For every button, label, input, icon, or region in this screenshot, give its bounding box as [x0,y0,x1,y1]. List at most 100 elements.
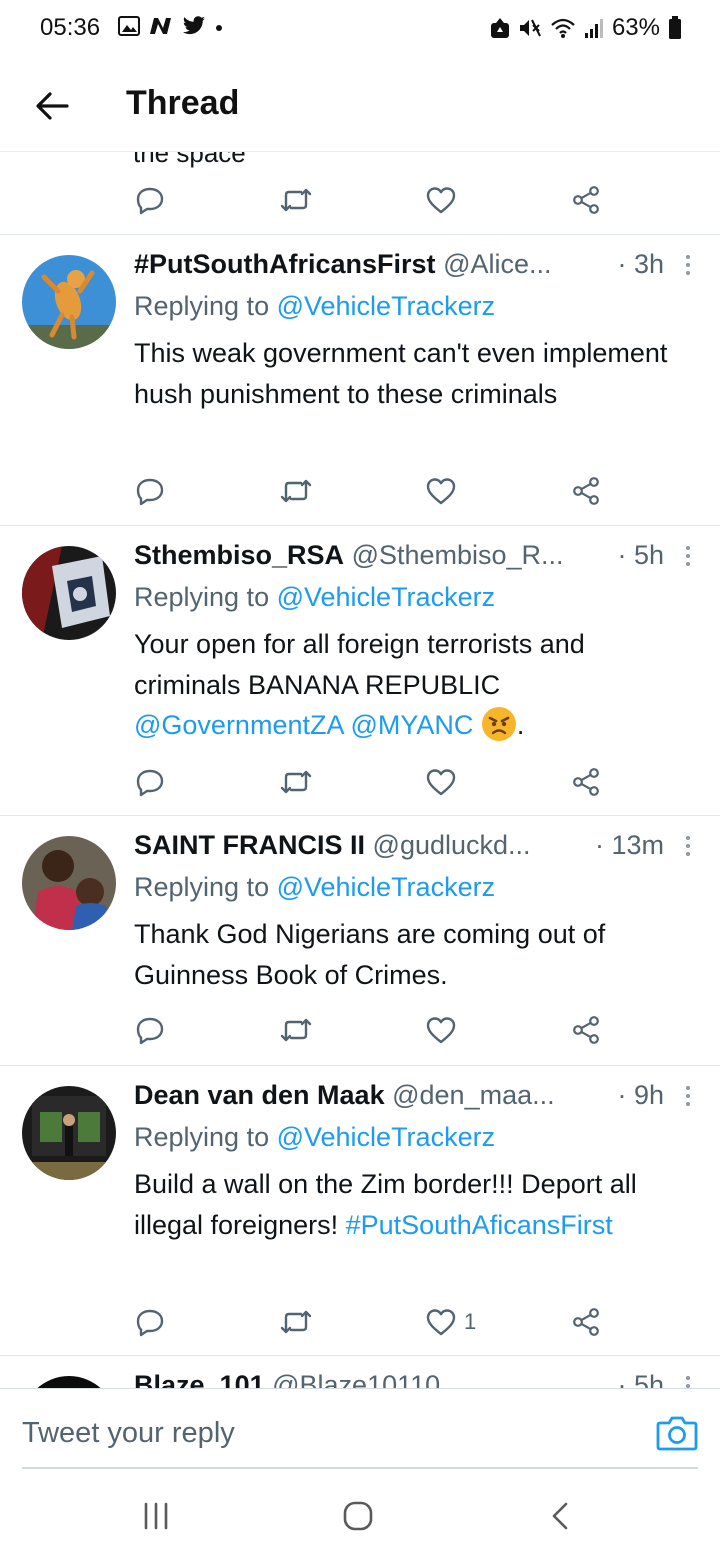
reply-button[interactable] [135,766,175,798]
more-options-icon[interactable] [682,253,694,281]
replying-prefix: Replying to [134,872,277,902]
tweet-header: SAINT FRANCIS II @gudluckd... · 13m [134,830,694,866]
handle[interactable]: @Alice... [443,249,551,279]
replying-mention[interactable]: @VehicleTrackerz [277,872,495,902]
more-options-icon[interactable] [682,544,694,572]
share-icon [573,1016,599,1044]
tweet-actions [0,467,720,515]
share-icon [573,477,599,505]
timestamp: · 13m [594,830,664,860]
tweet-mentions[interactable]: @GovernmentZA @MYANC [134,710,473,740]
tweet[interactable]: #PutSouthAfricansFirst @Alice... · 3h Re… [0,235,720,525]
signal-icon [584,19,603,38]
share-icon [573,768,599,796]
like-button[interactable] [426,1014,466,1046]
replying-mention[interactable]: @VehicleTrackerz [277,1122,495,1152]
like-button[interactable] [426,475,466,507]
display-name[interactable]: #PutSouthAfricansFirst [134,249,436,279]
battery-percent: 63% [611,14,660,41]
retweet-icon [280,188,312,212]
tweet-text: Your open for all foreign terrorists and… [134,624,690,746]
retweet-button[interactable] [279,766,319,798]
status-left-icons [118,16,224,36]
display-name[interactable]: Sthembiso_RSA [134,540,344,570]
tweet-text-end: . [516,710,525,740]
display-name[interactable]: SAINT FRANCIS II [134,830,365,860]
avatar[interactable] [22,836,116,930]
retweet-button[interactable] [279,184,319,216]
display-name[interactable]: Dean van den Maak [134,1080,385,1110]
system-nav-bar [0,1470,720,1560]
tweet[interactable]: Dean van den Maak @den_maa... · 9h Reply… [0,1066,720,1356]
like-button[interactable] [426,184,466,216]
back-button[interactable] [28,82,76,130]
tweet-header: Dean van den Maak @den_maa... · 9h [134,1080,694,1116]
timestamp: · 3h [617,249,664,279]
share-button[interactable] [572,1306,612,1338]
tweet[interactable]: Sthembiso_RSA @Sthembiso_R... · 5h Reply… [0,526,720,816]
like-button[interactable]: 1 [426,1306,496,1338]
n-icon [150,18,171,34]
replying-to: Replying to @VehicleTrackerz [134,291,495,322]
handle[interactable]: @Sthembiso_R... [352,540,564,570]
tweet-actions: 1 [0,1298,720,1346]
tweet[interactable]: SAINT FRANCIS II @gudluckd... · 13m Repl… [0,816,720,1066]
back-nav-button[interactable] [548,1500,572,1532]
share-button[interactable] [572,184,612,216]
dot-icon [216,25,222,31]
retweet-icon [280,770,312,794]
arrow-left-icon [36,92,69,120]
thread-header: Thread [0,60,720,152]
retweet-button[interactable] [279,475,319,507]
tweet[interactable]: Blaze_101 @Blaze10110 · 5h [0,1356,720,1388]
more-options-icon[interactable] [682,1374,694,1388]
replying-mention[interactable]: @VehicleTrackerz [277,291,495,321]
avatar[interactable] [22,546,116,640]
like-count: 1 [464,1309,477,1334]
reply-button[interactable] [135,1306,175,1338]
thread-feed[interactable]: the space #PutSouthAfricansFirst @Alice.… [0,152,720,1388]
reply-icon [136,478,164,506]
retweet-button[interactable] [279,1306,319,1338]
reply-button[interactable] [135,184,175,216]
status-time: 05:36 [40,14,101,41]
retweet-icon [280,479,312,503]
reply-underline [22,1467,698,1469]
recent-apps-icon [144,1502,168,1530]
tweet-hashtag[interactable]: #PutSouthAficansFirst [346,1210,613,1240]
reply-icon [136,1309,164,1337]
reply-button[interactable] [135,1014,175,1046]
avatar[interactable] [22,255,116,349]
share-button[interactable] [572,475,612,507]
battery-icon [669,16,681,39]
tweet-actions [0,1006,720,1054]
handle[interactable]: @den_maa... [392,1080,555,1110]
tweet-text: Build a wall on the Zim border!!! Deport… [134,1164,690,1245]
avatar[interactable] [22,1376,116,1388]
reply-button[interactable] [135,475,175,507]
mute-icon [519,19,541,37]
like-button[interactable] [426,766,466,798]
handle[interactable]: @gudluckd... [373,830,531,860]
recent-apps-button[interactable] [140,1500,172,1532]
display-name[interactable]: Blaze_101 [134,1370,265,1388]
share-button[interactable] [572,766,612,798]
replying-prefix: Replying to [134,1122,277,1152]
camera-button[interactable] [656,1413,698,1451]
timestamp: · 5h [617,540,664,570]
avatar[interactable] [22,1086,116,1180]
tweet-actions [0,176,720,224]
share-icon [573,1308,599,1336]
timestamp: · 9h [617,1080,664,1110]
status-right: 63% [490,14,682,42]
more-options-icon[interactable] [682,1084,694,1112]
retweet-button[interactable] [279,1014,319,1046]
more-options-icon[interactable] [682,834,694,862]
reply-input[interactable]: Tweet your reply [22,1417,235,1450]
partial-tweet-text: the space [133,152,246,168]
share-button[interactable] [572,1014,612,1046]
handle[interactable]: @Blaze10110 [272,1370,440,1388]
replying-mention[interactable]: @VehicleTrackerz [277,582,495,612]
home-button[interactable] [340,1500,376,1532]
retweet-icon [280,1310,312,1334]
